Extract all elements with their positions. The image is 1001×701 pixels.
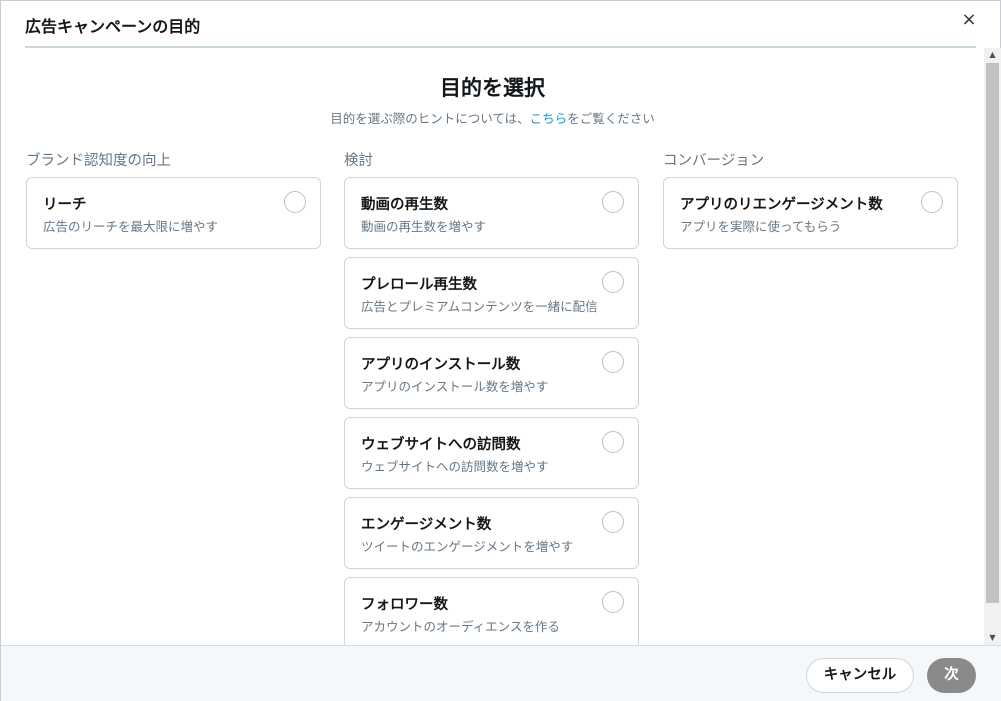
cancel-button[interactable]: キャンセル bbox=[806, 658, 914, 693]
page-subtitle: 目的を選ぶ際のヒントについては、こちらをご覧ください bbox=[1, 108, 984, 127]
objective-description: 動画の再生数を増やす bbox=[361, 219, 487, 234]
objective-card-preroll-views[interactable]: プレロール再生数 広告とプレミアムコンテンツを一緒に配信 bbox=[344, 257, 639, 329]
radio-button[interactable] bbox=[921, 191, 943, 213]
next-button[interactable]: 次 bbox=[927, 658, 976, 693]
objective-description: 広告とプレミアムコンテンツを一緒に配信 bbox=[361, 299, 598, 314]
objective-card-app-reengagements[interactable]: アプリのリエンゲージメント数 アプリを実際に使ってもらう bbox=[663, 177, 958, 249]
objective-title: フォロワー数 bbox=[361, 597, 448, 613]
objective-title: エンゲージメント数 bbox=[361, 517, 492, 533]
objective-title: アプリのインストール数 bbox=[361, 357, 521, 373]
scrollbar-thumb[interactable] bbox=[986, 63, 999, 603]
radio-button[interactable] bbox=[602, 271, 624, 293]
objective-title: 動画の再生数 bbox=[361, 197, 448, 213]
column-heading-awareness: ブランド認知度の向上 bbox=[26, 153, 171, 169]
scroll-up-arrow-icon[interactable]: ▲ bbox=[984, 48, 1001, 62]
radio-button[interactable] bbox=[602, 591, 624, 613]
objective-card-video-views[interactable]: 動画の再生数 動画の再生数を増やす bbox=[344, 177, 639, 249]
subtitle-text-before: 目的を選ぶ際のヒントについては、 bbox=[330, 111, 530, 126]
objective-card-reach[interactable]: リーチ 広告のリーチを最大限に増やす bbox=[26, 177, 321, 249]
hints-link[interactable]: こちら bbox=[530, 111, 568, 126]
objective-description: アプリを実際に使ってもらう bbox=[680, 219, 842, 234]
objective-card-website-visits[interactable]: ウェブサイトへの訪問数 ウェブサイトへの訪問数を増やす bbox=[344, 417, 639, 489]
campaign-objective-dialog: 広告キャンペーンの目的 × 目的を選択 目的を選ぶ際のヒントについては、こちらを… bbox=[0, 0, 1001, 701]
radio-button[interactable] bbox=[602, 431, 624, 453]
radio-button[interactable] bbox=[284, 191, 306, 213]
scroll-down-arrow-icon[interactable]: ▼ bbox=[984, 631, 1001, 645]
objective-title: プレロール再生数 bbox=[361, 277, 477, 293]
objective-description: ウェブサイトへの訪問数を増やす bbox=[361, 459, 549, 474]
objective-description: ツイートのエンゲージメントを増やす bbox=[361, 539, 574, 554]
objective-description: アプリのインストール数を増やす bbox=[361, 379, 549, 394]
objective-card-app-installs[interactable]: アプリのインストール数 アプリのインストール数を増やす bbox=[344, 337, 639, 409]
objective-card-engagements[interactable]: エンゲージメント数 ツイートのエンゲージメントを増やす bbox=[344, 497, 639, 569]
dialog-footer: キャンセル 次 bbox=[1, 645, 1001, 701]
objective-card-followers[interactable]: フォロワー数 アカウントのオーディエンスを作る bbox=[344, 577, 639, 645]
radio-button[interactable] bbox=[602, 511, 624, 533]
column-heading-conversion: コンバージョン bbox=[663, 153, 765, 169]
vertical-scrollbar[interactable]: ▲ ▼ bbox=[984, 48, 1001, 645]
dialog-header: 広告キャンペーンの目的 × bbox=[1, 1, 1001, 48]
radio-button[interactable] bbox=[602, 191, 624, 213]
dialog-title: 広告キャンペーンの目的 bbox=[25, 17, 201, 36]
objective-description: 広告のリーチを最大限に増やす bbox=[43, 219, 219, 234]
objective-title: ウェブサイトへの訪問数 bbox=[361, 437, 521, 453]
close-icon[interactable]: × bbox=[959, 10, 979, 30]
page-title: 目的を選択 bbox=[440, 76, 545, 100]
subtitle-text-after: をご覧ください bbox=[567, 111, 655, 126]
objective-title: リーチ bbox=[43, 197, 87, 213]
dialog-content: 目的を選択 目的を選ぶ際のヒントについては、こちらをご覧ください ブランド認知度… bbox=[1, 48, 984, 645]
objective-title: アプリのリエンゲージメント数 bbox=[680, 197, 883, 213]
radio-button[interactable] bbox=[602, 351, 624, 373]
objective-description: アカウントのオーディエンスを作る bbox=[361, 619, 560, 634]
column-heading-consideration: 検討 bbox=[344, 153, 373, 169]
